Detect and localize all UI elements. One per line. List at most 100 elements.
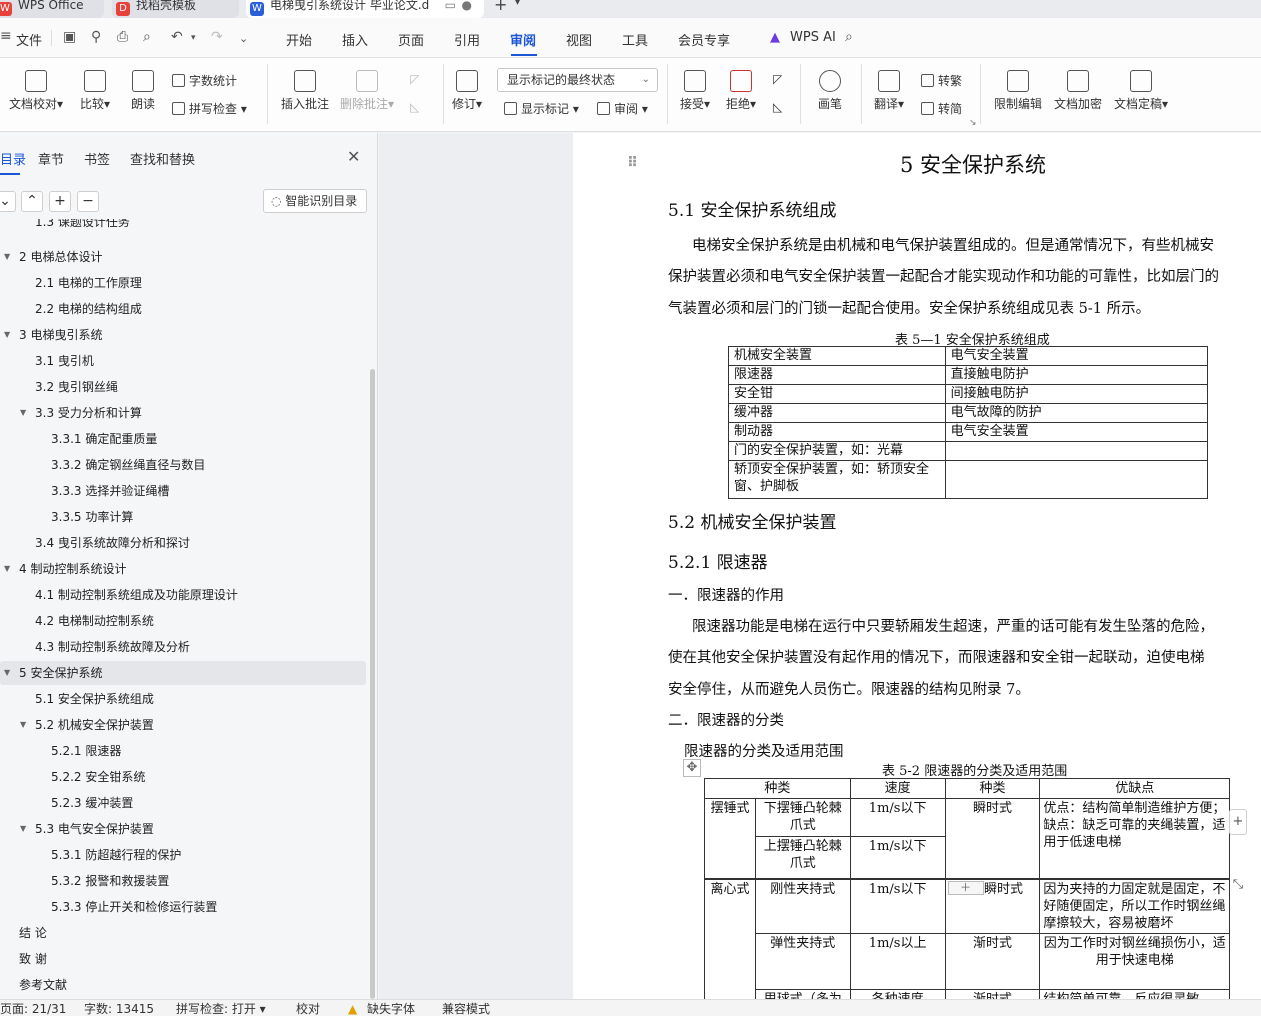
toc-item[interactable]: 3.3.2 确定钢丝绳直径与数目 (0, 453, 366, 477)
nav-tab-bookmarks[interactable]: 书签 (84, 149, 110, 168)
read-aloud-button[interactable]: 朗读 (131, 70, 155, 112)
add-column-icon[interactable]: + (1229, 809, 1247, 835)
menu-insert[interactable]: 插入 (342, 30, 368, 49)
toc-item[interactable]: 5.2.1 限速器 (0, 739, 366, 763)
toc-item[interactable]: 5.3.1 防超越行程的保护 (0, 843, 366, 867)
expand-triangle-icon[interactable]: ▼ (4, 661, 10, 685)
hamburger-icon[interactable]: ≡ (0, 28, 12, 44)
expand-group-icon[interactable]: ↘ (969, 118, 977, 128)
toc-item[interactable]: 5.3.2 报警和救援装置 (0, 869, 366, 893)
resize-table-icon[interactable]: ⤡ (1229, 873, 1247, 899)
menu-reference[interactable]: 引用 (454, 30, 480, 49)
word-count-button[interactable]: 字数统计 (172, 72, 237, 89)
toc-item[interactable]: 4.1 制动控制系统组成及功能原理设计 (0, 583, 366, 607)
doc-finalize-button[interactable]: 文档定稿▾ (1114, 70, 1168, 112)
review-pane-button[interactable]: 审阅 ▾ (597, 100, 648, 117)
toc-item[interactable]: ▼ 5.3 电气安全保护装置 (0, 817, 366, 841)
spell-check-button[interactable]: 拼写检查 ▾ (172, 100, 247, 117)
expand-triangle-icon[interactable]: ▼ (20, 817, 26, 841)
print-icon[interactable]: ⎙ (117, 29, 128, 45)
expand-triangle-icon[interactable]: ▼ (20, 401, 26, 425)
toc-item[interactable]: 3.4 曳引系统故障分析和探讨 (0, 531, 366, 555)
compare-button[interactable]: 比较▾ (80, 70, 110, 112)
expand-triangle-icon[interactable]: ▼ (20, 713, 26, 737)
toc-item[interactable]: 3.3.1 确定配重质量 (0, 427, 366, 451)
toc-item[interactable]: 参考文献 (0, 973, 366, 997)
next-comment-icon[interactable]: ◺ (410, 100, 419, 114)
unsaved-dot-icon[interactable]: ● (462, 0, 472, 16)
smart-toc-button[interactable]: ◌ 智能识别目录 (263, 189, 367, 213)
revise-button[interactable]: 修订▾ (452, 70, 482, 112)
toc-item[interactable]: ▼ 5 安全保护系统 (0, 661, 366, 685)
nav-tab-toc[interactable]: 目录 (0, 149, 26, 168)
undo-chevron-icon[interactable]: ▾ (191, 33, 196, 43)
restrict-edit-button[interactable]: 限制编辑 (994, 70, 1042, 112)
toc-item[interactable]: ▼ 2 电梯总体设计 (0, 245, 366, 269)
toc-item[interactable]: 5.1 安全保护系统组成 (0, 687, 366, 711)
drag-handle-icon[interactable]: ⠿ (627, 155, 638, 171)
table-move-handle-icon[interactable]: ✥ (683, 759, 701, 777)
menu-wps-ai[interactable]: WPS AI (790, 30, 836, 45)
toc-item[interactable]: 5.2.3 缓冲装置 (0, 791, 366, 815)
toc-item[interactable]: 3.1 曳引机 (0, 349, 366, 373)
menu-start[interactable]: 开始 (286, 30, 312, 49)
share-icon[interactable]: ⚲ (91, 29, 101, 45)
compat-mode-status[interactable]: 兼容模式 (442, 1003, 490, 1016)
prev-change-icon[interactable]: ◸ (773, 72, 782, 86)
toc-item[interactable]: 3.2 曳引钢丝绳 (0, 375, 366, 399)
expand-triangle-icon[interactable]: ▼ (4, 557, 10, 581)
add-row-icon[interactable]: ＋ (947, 880, 984, 895)
toc-item[interactable]: 4.2 电梯制动控制系统 (0, 609, 366, 633)
insert-comment-button[interactable]: 插入批注 (281, 70, 329, 112)
toc-item[interactable]: 致 谢 (0, 947, 366, 971)
toc-item[interactable]: ▼ 4 制动控制系统设计 (0, 557, 366, 581)
word-count-status[interactable]: 字数: 13415 (84, 1003, 154, 1016)
toc-item[interactable]: 1.3 课题设计任务 (0, 219, 366, 231)
translate-button[interactable]: 翻译▾ (874, 70, 904, 112)
toc-item[interactable]: 3.3.5 功率计算 (0, 505, 366, 529)
expand-triangle-icon[interactable]: ▼ (4, 323, 10, 347)
delete-comment-button[interactable]: 删除批注▾ (340, 70, 394, 112)
tab-wps-office[interactable]: W WPS Office (0, 0, 104, 18)
toc-item[interactable]: ▼ 3 电梯曳引系统 (0, 323, 366, 347)
collapse-all-icon[interactable]: ⌄ (0, 191, 16, 212)
show-markup-button[interactable]: 显示标记 ▾ (504, 100, 579, 117)
tab-find-templates[interactable]: D 找稻壳模板 (112, 0, 239, 18)
print-preview-icon[interactable]: ⌕ (143, 29, 151, 45)
page-indicator[interactable]: 页面: 21/31 (0, 1003, 66, 1016)
menu-page[interactable]: 页面 (398, 30, 424, 49)
markup-state-select[interactable]: 显示标记的最终状态 ⌄ (497, 68, 658, 92)
toc-item[interactable]: 2.2 电梯的结构组成 (0, 297, 366, 321)
toc-item[interactable]: 5.3.3 停止开关和检修运行装置 (0, 895, 366, 919)
reject-button[interactable]: 拒绝▾ (726, 70, 756, 112)
search-icon[interactable]: ⌕ (845, 29, 853, 45)
missing-font-status[interactable]: 缺失字体 (367, 1003, 415, 1016)
save-icon[interactable]: ▣ (63, 29, 76, 45)
toc-item[interactable]: 2.1 电梯的工作原理 (0, 271, 366, 295)
next-change-icon[interactable]: ◺ (773, 100, 782, 114)
prev-comment-icon[interactable]: ◸ (410, 72, 419, 86)
menu-member[interactable]: 会员专享 (678, 30, 730, 49)
proofread-status[interactable]: 校对 (296, 1003, 320, 1016)
more-chevron-icon[interactable]: ⌄ (239, 32, 248, 45)
redo-icon[interactable]: ↷ (211, 29, 223, 45)
expand-triangle-icon[interactable]: ▼ (4, 245, 10, 269)
toc-item[interactable]: 3.3.3 选择并验证绳槽 (0, 479, 366, 503)
new-tab-icon[interactable]: + (494, 0, 507, 14)
accept-button[interactable]: 接受▾ (680, 70, 710, 112)
menu-file[interactable]: 文件 (16, 30, 42, 49)
menu-view[interactable]: 视图 (566, 30, 592, 49)
tab-document[interactable]: W 电梯曳引系统设计 毕业论文.d ▭ ● (246, 0, 484, 18)
spell-check-status[interactable]: 拼写检查: 打开 ▾ (176, 1003, 266, 1016)
add-heading-icon[interactable]: + (49, 191, 71, 212)
to-simplified-button[interactable]: 转简 (921, 100, 962, 117)
undo-icon[interactable]: ↶ (171, 29, 183, 45)
doc-check-button[interactable]: 文档校对▾ (9, 70, 63, 112)
nav-tab-find-replace[interactable]: 查找和替换 (130, 149, 195, 168)
menu-tools[interactable]: 工具 (622, 30, 648, 49)
pen-button[interactable]: 画笔 (818, 70, 842, 112)
toc-item[interactable]: 4.3 制动控制系统故障及分析 (0, 635, 366, 659)
close-icon[interactable]: ✕ (347, 147, 360, 166)
nav-tab-chapters[interactable]: 章节 (38, 149, 64, 168)
toc-item[interactable]: ▼ 3.3 受力分析和计算 (0, 401, 366, 425)
